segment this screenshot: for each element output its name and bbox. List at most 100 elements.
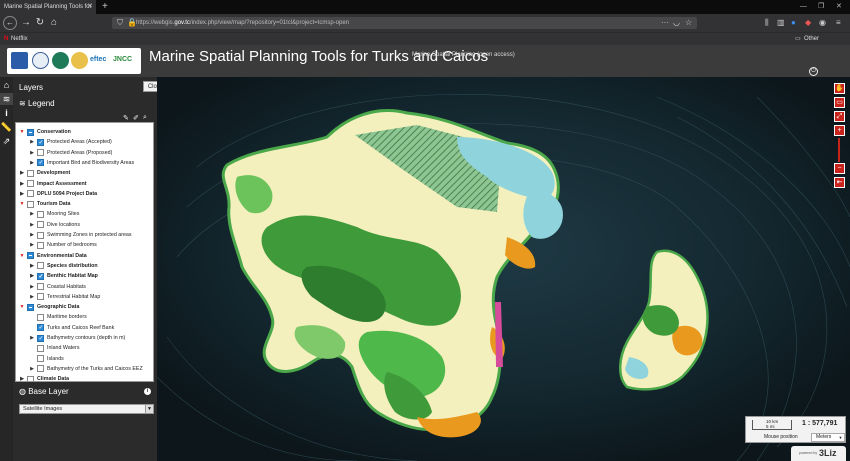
layer-row[interactable]: Maritime borders	[16, 312, 153, 322]
units-select[interactable]: Meters ▼	[811, 433, 845, 442]
layer-row[interactable]: ▶ DPLU 5094 Project Data	[16, 189, 153, 199]
layer-checkbox[interactable]	[37, 323, 44, 333]
pocket-icon[interactable]: ◡	[673, 17, 680, 29]
user-icon[interactable]: ⏻	[809, 67, 818, 76]
layer-row[interactable]: ▼ Geographic Data	[16, 302, 153, 312]
collapsed-arrow-icon[interactable]: ▶	[29, 148, 35, 158]
more-icon[interactable]: ···	[661, 17, 669, 29]
layer-row[interactable]: ▼ Conservation	[16, 127, 153, 137]
minimize-icon[interactable]: —	[800, 0, 807, 14]
collapsed-arrow-icon[interactable]: ▶	[19, 189, 25, 199]
collapsed-arrow-icon[interactable]: ▶	[29, 220, 35, 230]
sidebar-icon[interactable]: ▥	[777, 17, 785, 29]
zoom-slider[interactable]	[838, 138, 840, 162]
previous-extent-icon[interactable]: ⇤	[834, 177, 845, 188]
collapsed-arrow-icon[interactable]: ▶	[29, 230, 35, 240]
forward-icon[interactable]: →	[19, 16, 33, 30]
collapsed-arrow-icon[interactable]: ▶	[29, 137, 35, 147]
collapsed-arrow-icon[interactable]: ▶	[29, 333, 35, 343]
layer-checkbox[interactable]	[37, 138, 44, 148]
layer-checkbox[interactable]	[37, 149, 44, 157]
collapsed-arrow-icon[interactable]: ▶	[29, 364, 35, 374]
layer-checkbox[interactable]	[27, 375, 34, 381]
collapsed-arrow-icon[interactable]: ▶	[29, 261, 35, 271]
reload-icon[interactable]: ↻	[33, 16, 47, 30]
zoom-layer-icon[interactable]: ⌕	[143, 114, 147, 122]
collapsed-arrow-icon[interactable]: ▶	[29, 282, 35, 292]
pan-icon[interactable]: ✋	[834, 83, 845, 94]
zoom-box-icon[interactable]: ▭	[834, 97, 845, 108]
extension-icon[interactable]: ●	[791, 17, 796, 29]
layer-checkbox[interactable]	[27, 180, 34, 187]
collapsed-arrow-icon[interactable]: ▶	[29, 292, 35, 302]
layer-checkbox[interactable]	[37, 241, 44, 249]
measure-icon[interactable]: 📏	[0, 121, 13, 133]
info-icon[interactable]: i	[0, 107, 13, 119]
collapsed-arrow-icon[interactable]: ▶	[29, 271, 35, 281]
expanded-arrow-icon[interactable]: ▼	[19, 199, 25, 209]
layer-row[interactable]: Inland Waters	[16, 343, 153, 353]
tab-close-icon[interactable]: ✕	[87, 0, 93, 14]
layer-row[interactable]: ▶ Number of bedrooms	[16, 240, 153, 250]
base-layer-info-icon[interactable]: i	[144, 388, 151, 395]
layer-row[interactable]: ▶ Swimming Zones in protected areas	[16, 230, 153, 240]
base-layer-select[interactable]: Satellite Images ▼	[19, 404, 154, 414]
layer-checkbox[interactable]	[27, 252, 34, 260]
layer-checkbox[interactable]	[37, 334, 44, 344]
layer-row[interactable]: ▶ Coastal Habitats	[16, 282, 153, 292]
collapsed-arrow-icon[interactable]: ▶	[19, 179, 25, 189]
addon-icon[interactable]: ◆	[805, 17, 811, 29]
account-icon[interactable]: ◉	[819, 17, 826, 29]
lock-icon[interactable]: 🔒	[127, 17, 137, 29]
layer-checkbox[interactable]	[37, 262, 44, 270]
layer-row[interactable]: ▼ Tourism Data	[16, 199, 153, 209]
layer-row[interactable]: ▼ Environmental Data	[16, 251, 153, 261]
layer-row[interactable]: ▶ Bathymetry contours (depth in m)	[16, 333, 153, 344]
layer-checkbox[interactable]	[37, 231, 44, 239]
home-map-icon[interactable]: ⌂	[0, 79, 13, 91]
layer-row[interactable]: ▶ Protected Areas (Accepted)	[16, 137, 153, 148]
layer-checkbox[interactable]	[37, 158, 44, 168]
browser-tab[interactable]: Marine Spatial Planning Tools for ✕	[0, 0, 96, 14]
home-icon[interactable]: ⌂	[47, 16, 61, 30]
expanded-arrow-icon[interactable]: ▼	[19, 127, 25, 137]
zoom-out-icon[interactable]: −	[834, 163, 845, 174]
layer-row[interactable]: ▶ Dive locations	[16, 220, 153, 230]
collapsed-arrow-icon[interactable]: ▶	[29, 209, 35, 219]
layer-checkbox[interactable]	[27, 169, 34, 177]
edit-tool-icon[interactable]: ✎	[123, 114, 129, 122]
url-bar[interactable]: https://webgis.gov.tc/index.php/view/map…	[112, 17, 697, 29]
pencil-tool-icon[interactable]: ✐	[133, 114, 139, 122]
full-extent-icon[interactable]: ⤢	[834, 111, 845, 122]
layer-row[interactable]: ▶ Development	[16, 168, 153, 178]
window-close-icon[interactable]: ✕	[836, 0, 842, 14]
layer-checkbox[interactable]	[37, 221, 44, 229]
layer-row[interactable]: ▶ Impact Assessment	[16, 179, 153, 189]
layer-checkbox[interactable]	[27, 190, 34, 198]
collapsed-arrow-icon[interactable]: ▶	[29, 240, 35, 250]
layer-checkbox[interactable]	[37, 210, 44, 218]
expanded-arrow-icon[interactable]: ▼	[19, 302, 25, 312]
layer-row[interactable]: Turks and Caicos Reef Bank	[16, 323, 153, 333]
bookmark-star-icon[interactable]: ☆	[685, 17, 692, 29]
layer-checkbox[interactable]	[27, 303, 34, 311]
layer-checkbox[interactable]	[37, 355, 44, 363]
layer-row[interactable]: Islands	[16, 354, 153, 364]
layer-checkbox[interactable]	[37, 313, 44, 321]
layer-row[interactable]: ▶ Protected Areas (Proposed)	[16, 148, 153, 158]
back-icon[interactable]: ←	[3, 16, 17, 30]
layer-row[interactable]: ▶ Important Bird and Biodiversity Areas	[16, 158, 153, 168]
layer-row[interactable]: ▶ Species distribution	[16, 261, 153, 271]
layer-checkbox[interactable]	[27, 128, 34, 136]
layer-row[interactable]: ▶ Terrestrial Habitat Map	[16, 292, 153, 302]
layer-row[interactable]: ▶ Mooring Sites	[16, 209, 153, 219]
library-icon[interactable]: ⫼	[765, 17, 769, 29]
layer-checkbox[interactable]	[37, 272, 44, 282]
expanded-arrow-icon[interactable]: ▼	[19, 251, 25, 261]
layers-icon[interactable]: ≋	[0, 93, 13, 105]
layer-checkbox[interactable]	[37, 365, 44, 373]
layer-checkbox[interactable]	[27, 200, 34, 208]
layer-checkbox[interactable]	[37, 344, 44, 352]
new-tab-icon[interactable]: +	[102, 0, 108, 14]
collapsed-arrow-icon[interactable]: ▶	[19, 168, 25, 178]
